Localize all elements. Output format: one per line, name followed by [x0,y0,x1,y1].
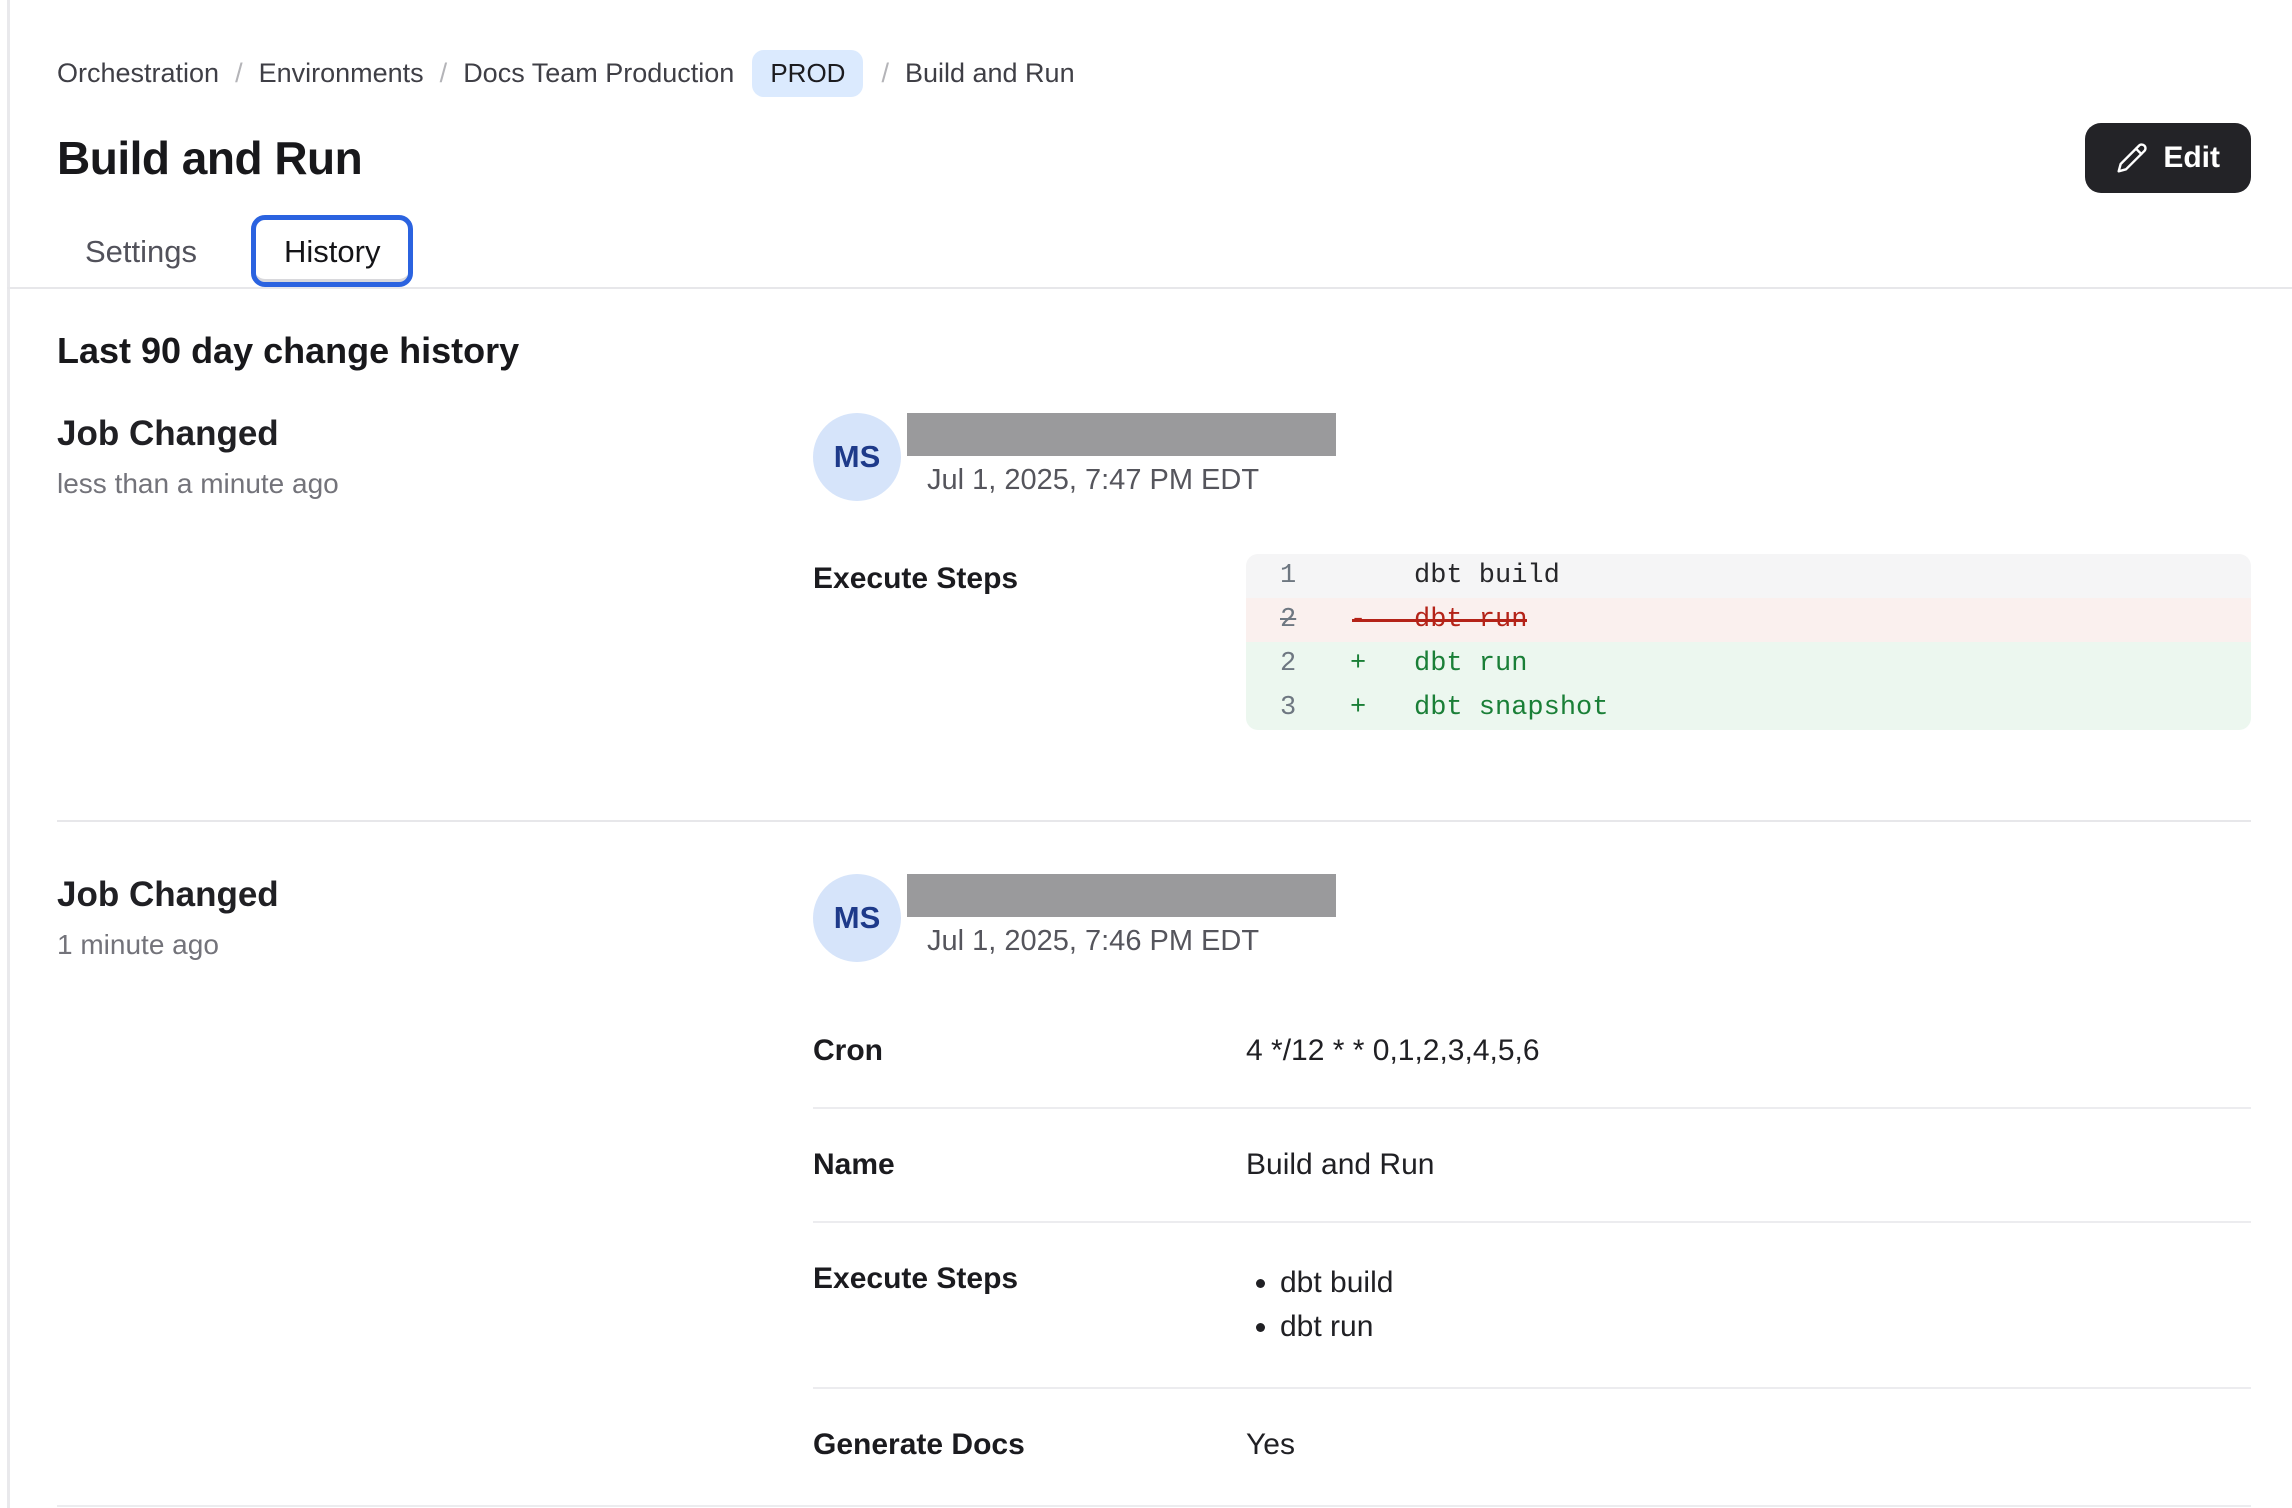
diff-line-number: 1 [1280,561,1350,591]
field-label: Name [813,1147,1246,1183]
redacted-name-bar [907,874,1336,917]
diff-sign: - [1350,605,1414,635]
breadcrumb-separator: / [440,57,448,90]
field-label: Generate Docs [813,1427,1246,1463]
event-relative-time: less than a minute ago [57,467,813,501]
diff-line-removed: 2 -dbt run [1246,598,2251,642]
list-item: dbt run [1280,1305,2251,1349]
diff-text: dbt run [1414,649,1527,679]
changed-fields: Cron 4 */12 * * 0,1,2,3,4,5,6 Name Build… [813,995,2251,1501]
field-value: Build and Run [1246,1147,2251,1183]
diff-line-added: 2 +dbt run [1246,642,2251,686]
execute-steps-list: dbt build dbt run [1246,1261,2251,1349]
tab-settings[interactable]: Settings [57,215,225,287]
breadcrumb-item-environments[interactable]: Environments [259,57,424,90]
entry-details: MS Jul 1, 2025, 7:46 PM EDT Cron 4 */12 … [813,874,2251,1501]
pencil-icon [2116,142,2148,174]
diff-line-added: 3 +dbt snapshot [1246,686,2251,730]
event-title: Job Changed [57,874,813,916]
redacted-name-bar [907,413,1336,456]
diff-line-number: 2 [1280,649,1350,679]
list-item: dbt build [1280,1261,2251,1305]
history-entry: Job Changed less than a minute ago MS Ju… [57,413,2251,730]
field-value: Yes [1246,1427,2251,1463]
field-row-name: Name Build and Run [813,1109,2251,1223]
field-label-execute-steps: Execute Steps [813,561,1246,730]
entry-summary: Job Changed less than a minute ago [57,413,813,730]
tab-bar: Settings History [57,215,2251,287]
diff-text: dbt snapshot [1414,693,1608,723]
breadcrumb-item-orchestration[interactable]: Orchestration [57,57,219,90]
field-label: Cron [813,1033,1246,1069]
author-row: MS Jul 1, 2025, 7:46 PM EDT [813,874,2251,962]
page-header: Build and Run Edit [57,123,2251,193]
diff-sign: + [1350,649,1414,679]
diff-text: dbt build [1414,561,1560,591]
entry-details: MS Jul 1, 2025, 7:47 PM EDT Execute Step… [813,413,2251,730]
diff-text: dbt run [1414,605,1527,635]
entry-divider [57,820,2251,822]
diff-line-number: 3 [1280,693,1350,723]
avatar: MS [813,874,901,962]
author-meta: Jul 1, 2025, 7:47 PM EDT [907,413,1336,498]
field-row-cron: Cron 4 */12 * * 0,1,2,3,4,5,6 [813,995,2251,1109]
breadcrumb-separator: / [235,57,243,90]
field-label: Execute Steps [813,1261,1246,1349]
tab-history[interactable]: History [251,215,413,287]
avatar: MS [813,413,901,501]
edit-button[interactable]: Edit [2085,123,2251,193]
job-history-page: Orchestration / Environments / Docs Team… [0,0,2292,1508]
breadcrumb-item-current: Build and Run [905,57,1075,90]
field-row-generate-docs: Generate Docs Yes [813,1389,2251,1501]
tabs-divider [7,287,2292,289]
diff-sign: + [1350,693,1414,723]
diff-line-context: 1 dbt build [1246,554,2251,598]
change-timestamp: Jul 1, 2025, 7:46 PM EDT [927,923,1336,959]
history-entry: Job Changed 1 minute ago MS Jul 1, 2025,… [57,874,2251,1501]
author-row: MS Jul 1, 2025, 7:47 PM EDT [813,413,2251,501]
event-title: Job Changed [57,413,813,455]
change-row: Execute Steps 1 dbt build 2 -dbt run 2 +… [813,561,2251,730]
author-meta: Jul 1, 2025, 7:46 PM EDT [907,874,1336,959]
edit-button-label: Edit [2163,141,2220,175]
change-timestamp: Jul 1, 2025, 7:47 PM EDT [927,462,1336,498]
section-heading: Last 90 day change history [57,329,2251,373]
breadcrumb-separator: / [881,57,889,90]
diff-line-number: 2 [1280,605,1350,635]
field-row-execute-steps: Execute Steps dbt build dbt run [813,1223,2251,1389]
environment-badge: PROD [752,50,863,97]
entry-summary: Job Changed 1 minute ago [57,874,813,1501]
bottom-divider [57,1505,2251,1507]
page-title: Build and Run [57,130,362,186]
breadcrumb-item-environment[interactable]: Docs Team Production [463,57,734,90]
execute-steps-diff: 1 dbt build 2 -dbt run 2 +dbt run 3 +dbt… [1246,554,2251,730]
event-relative-time: 1 minute ago [57,928,813,962]
field-value: 4 */12 * * 0,1,2,3,4,5,6 [1246,1033,2251,1069]
breadcrumb: Orchestration / Environments / Docs Team… [57,50,2251,97]
